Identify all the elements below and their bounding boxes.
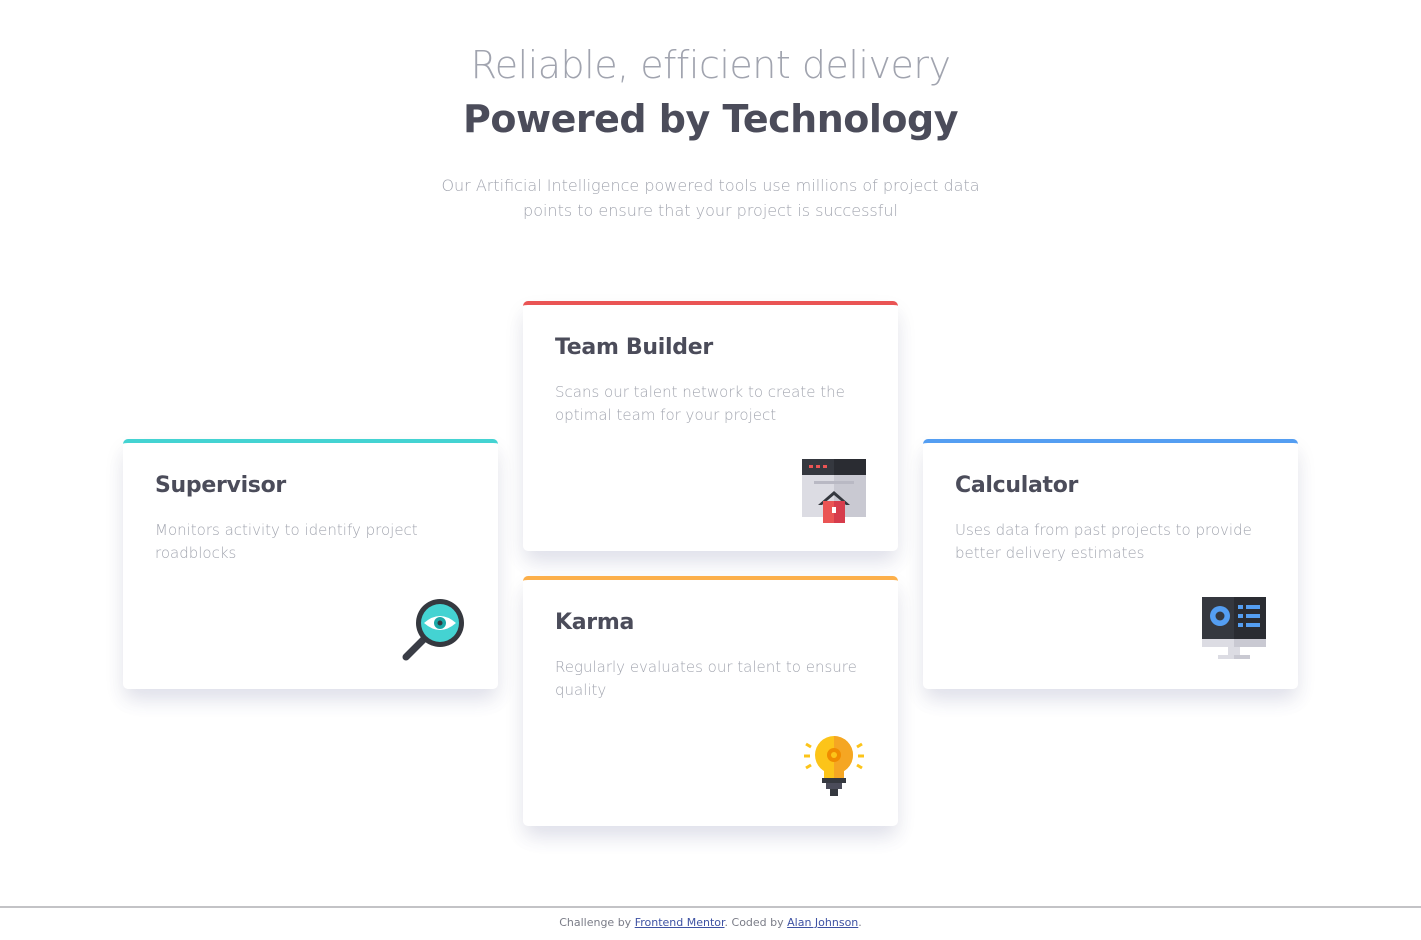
card-description: Scans our talent network to create the o… <box>555 383 845 424</box>
browser-house-icon <box>802 459 866 523</box>
footer-attribution: Challenge by Frontend Mentor. Coded by A… <box>0 906 1421 940</box>
author-link[interactable]: Alan Johnson <box>787 916 858 929</box>
footer-text: Challenge by <box>559 916 635 929</box>
frontend-mentor-link[interactable]: Frontend Mentor <box>635 916 725 929</box>
card-calculator: Calculator Uses data from past projects … <box>923 439 1298 689</box>
hero-title: Powered by Technology <box>463 97 958 141</box>
card-description: Monitors activity to identify project ro… <box>155 521 418 562</box>
card-title: Karma <box>555 610 635 635</box>
card-team-builder: Team Builder Scans our talent network to… <box>523 301 898 551</box>
card-title: Team Builder <box>555 335 713 360</box>
card-karma: Karma Regularly evaluates our talent to … <box>523 576 898 826</box>
card-description: Regularly evaluates our talent to ensure… <box>555 658 857 699</box>
hero-subtitle: Reliable, efficient delivery <box>470 43 951 87</box>
footer-text: . <box>858 916 862 929</box>
monitor-chart-icon <box>1202 597 1266 659</box>
card-supervisor: Supervisor Monitors activity to identify… <box>123 439 498 689</box>
lightbulb-icon <box>804 736 864 796</box>
magnifier-eye-icon <box>402 599 464 661</box>
card-description: Uses data from past projects to provide … <box>955 521 1252 562</box>
card-title: Calculator <box>955 473 1079 498</box>
hero-description: Our Artificial Intelligence powered tool… <box>441 176 980 220</box>
footer-text: . Coded by <box>724 916 788 929</box>
card-title: Supervisor <box>155 473 286 498</box>
